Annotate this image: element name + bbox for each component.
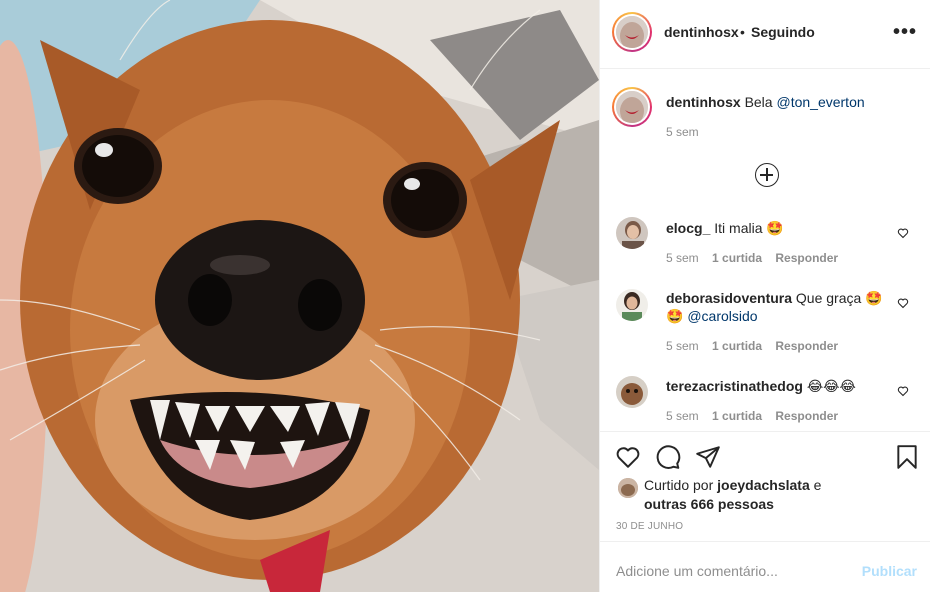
comment-avatar-image [616, 217, 648, 249]
comment-body-emoji: 🤩 [666, 308, 684, 324]
post-actions: Curtido por joeydachslata e outras 666 p… [600, 431, 930, 541]
comment-avatar[interactable] [616, 289, 648, 321]
load-more-comments-icon[interactable] [755, 163, 779, 187]
liked-by-avatar-image [618, 478, 638, 498]
more-options-icon[interactable]: ••• [893, 22, 917, 42]
likes-and: e [813, 477, 822, 493]
comment-avatar-image [616, 289, 648, 321]
comment-likes[interactable]: 1 curtida [712, 339, 762, 353]
caption-mention[interactable]: @ton_everton [776, 94, 864, 110]
comment-body: Que graça 🤩 [795, 290, 883, 306]
post-side-panel: dentinhosx • Seguindo ••• dentinhosx Bel… [599, 0, 930, 592]
likes-summary: Curtido por joeydachslata e outras 666 p… [644, 476, 924, 514]
caption-text: dentinhosx Bela @ton_everton [666, 93, 865, 111]
post-photo[interactable] [0, 0, 599, 592]
save-bookmark-icon[interactable] [894, 444, 920, 470]
caption-avatar[interactable] [612, 87, 652, 127]
comments-section: dentinhosx Bela @ton_everton 5 sem elocg… [600, 69, 930, 431]
comment-likes[interactable]: 1 curtida [712, 409, 762, 423]
comment-likes[interactable]: 1 curtida [712, 251, 762, 265]
like-comment-heart-icon[interactable] [897, 385, 909, 397]
likes-prefix: Curtido por [644, 477, 714, 493]
reply-button[interactable]: Responder [775, 339, 838, 353]
comment-body: Iti malia 🤩 [714, 220, 784, 236]
comment-text: elocg_ Iti malia 🤩 [666, 219, 784, 237]
reply-button[interactable]: Responder [775, 409, 838, 423]
comment-meta: 5 sem 1 curtida Responder [666, 409, 848, 423]
comment-meta: 5 sem 1 curtida Responder [666, 339, 848, 353]
author-username[interactable]: dentinhosx [664, 24, 739, 40]
post-header: dentinhosx • Seguindo ••• [600, 0, 930, 69]
publish-button[interactable]: Publicar [862, 563, 917, 579]
share-send-icon[interactable] [695, 444, 721, 470]
like-comment-heart-icon[interactable] [897, 297, 909, 309]
liked-by-avatar[interactable] [618, 478, 638, 498]
caption-avatar-image [616, 91, 648, 123]
following-button[interactable]: Seguindo [751, 24, 815, 40]
comment-mention[interactable]: @carolsido [687, 308, 757, 324]
comment-input[interactable]: Adicione um comentário... [616, 563, 778, 579]
comment-username[interactable]: terezacristinathedog [666, 378, 803, 394]
dog-photo-illustration [0, 0, 599, 592]
separator-dot: • [740, 24, 745, 40]
comment-text: deborasidoventura Que graça 🤩 🤩 @carolsi… [666, 289, 906, 325]
author-avatar-image [616, 16, 648, 48]
comment-bubble-icon[interactable] [655, 444, 681, 470]
comment-username[interactable]: deborasidoventura [666, 290, 792, 306]
comment-avatar[interactable] [616, 217, 648, 249]
caption-body: Bela [744, 94, 773, 110]
comment-username[interactable]: elocg_ [666, 220, 710, 236]
comment-time[interactable]: 5 sem [666, 409, 699, 423]
comment-body: 😂😂😂 [806, 378, 856, 394]
reply-button[interactable]: Responder [775, 251, 838, 265]
comment-meta: 5 sem 1 curtida Responder [666, 251, 848, 265]
likes-others[interactable]: outras 666 pessoas [644, 496, 774, 512]
like-comment-heart-icon[interactable] [897, 227, 909, 239]
add-comment-bar: Adicione um comentário... Publicar [600, 541, 930, 592]
caption-time[interactable]: 5 sem [666, 125, 699, 139]
like-heart-icon[interactable] [615, 444, 641, 470]
post-date[interactable]: 30 DE JUNHO [616, 521, 683, 532]
comment-avatar-image [616, 376, 648, 408]
comment-time[interactable]: 5 sem [666, 339, 699, 353]
liked-by-username[interactable]: joeydachslata [717, 477, 810, 493]
caption-meta: 5 sem [666, 125, 709, 139]
comment-time[interactable]: 5 sem [666, 251, 699, 265]
comment-text: terezacristinathedog 😂😂😂 [666, 377, 856, 395]
caption-username[interactable]: dentinhosx [666, 94, 741, 110]
author-avatar[interactable] [612, 12, 652, 52]
comment-avatar[interactable] [616, 376, 648, 408]
